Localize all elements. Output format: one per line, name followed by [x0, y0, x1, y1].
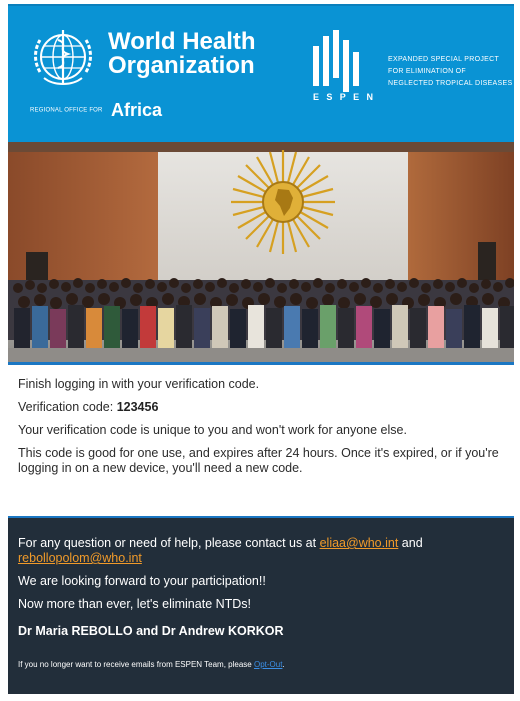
espen-desc-line: EXPANDED SPECIAL PROJECT: [388, 56, 500, 63]
email-link-rebollopolom[interactable]: rebollopolom@who.int: [18, 551, 142, 565]
email-container: World Health Organization REGIONAL OFFIC…: [8, 4, 514, 694]
group-photo: [8, 142, 514, 362]
eliminate-text: Now more than ever, let's eliminate NTDs…: [18, 597, 252, 611]
signers-text: Dr Maria REBOLLO and Dr Andrew KORKOR: [18, 624, 284, 638]
verification-code-line: Verification code: 123456: [18, 400, 504, 415]
code-label: Verification code:: [18, 400, 114, 414]
optout-end: .: [282, 660, 285, 669]
crowd: [8, 278, 514, 362]
expiry-text: This code is good for one use, and expir…: [18, 446, 499, 475]
espen-description: EXPANDED SPECIAL PROJECT FOR ELIMINATION…: [388, 54, 512, 90]
espen-wordmark: E S P E N: [313, 92, 373, 102]
contact-text: For any question or need of help, please…: [18, 536, 504, 566]
regional-region: Africa: [111, 100, 163, 120]
who-name-line1: World Health: [108, 28, 256, 55]
espen-letter: E: [353, 92, 360, 102]
regional-prefix: REGIONAL OFFICE FOR: [30, 107, 103, 114]
contact-prefix: For any question or need of help, please…: [18, 536, 317, 550]
email-footer: For any question or need of help, please…: [8, 516, 514, 694]
espen-desc-line: FOR ELIMINATION OF: [388, 68, 466, 75]
contact-and: and: [401, 536, 423, 550]
optout-line: If you no longer want to receive emails …: [18, 657, 504, 672]
email-link-eliaa[interactable]: eliaa@who.int: [320, 536, 399, 550]
who-name: World Health Organization: [108, 30, 256, 78]
who-name-line2: Organization: [108, 52, 255, 79]
code-value: 123456: [116, 400, 159, 414]
header-banner: World Health Organization REGIONAL OFFIC…: [8, 4, 514, 142]
espen-letter: N: [366, 92, 374, 102]
optout-text: If you no longer want to receive emails …: [18, 660, 252, 669]
optout-link[interactable]: Opt-Out: [254, 660, 282, 669]
looking-forward-text: We are looking forward to your participa…: [18, 574, 266, 588]
group-photo-image: [8, 142, 514, 362]
espen-desc-line: NEGLECTED TROPICAL DISEASES: [388, 80, 513, 87]
espen-letter: E: [313, 92, 320, 102]
espen-bars-icon: [313, 30, 359, 92]
intro-text: Finish logging in with your verification…: [18, 377, 260, 391]
email-body: Finish logging in with your verification…: [8, 365, 514, 476]
unique-text: Your verification code is unique to you …: [18, 423, 407, 437]
espen-letter: P: [339, 92, 346, 102]
regional-office: REGIONAL OFFICE FOR Africa: [30, 100, 162, 121]
espen-letter: S: [326, 92, 333, 102]
who-emblem-icon: [34, 30, 92, 85]
